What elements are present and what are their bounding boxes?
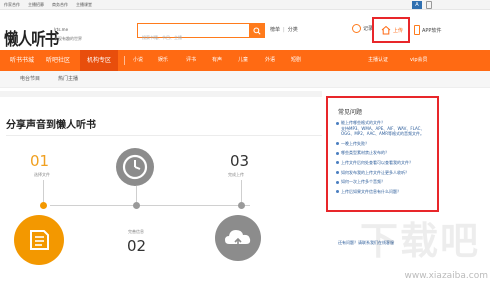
timeline-dot-3	[238, 202, 245, 209]
subnav-hot-hosts[interactable]: 热门主播	[58, 71, 78, 88]
faq-item-upload-failed[interactable]: 一晚上传失败？	[336, 141, 436, 147]
step-3-number: 03	[230, 152, 250, 170]
faq-question: 上传文件后何处查看可以查看我的文件？	[341, 159, 413, 165]
cloud-upload-step-icon	[215, 215, 261, 261]
logo-domain: lrts.me	[54, 27, 69, 32]
nav-host-cert[interactable]: 主播认证	[368, 50, 388, 71]
main-nav: 听书书城 听吧社区 机构专区 小说 娱乐 评书 有声 儿童 外语 短剧 主播认证…	[0, 50, 490, 71]
top-right-tools: A	[412, 1, 432, 9]
lock-icon[interactable]	[426, 1, 432, 9]
timeline-dot-1	[40, 202, 47, 209]
top-link-writer[interactable]: 作家合作	[4, 0, 20, 10]
nav-bookstore[interactable]: 听书书城	[10, 50, 34, 71]
clock-step-icon	[116, 148, 154, 186]
clock-icon	[352, 24, 361, 33]
history-button[interactable]: 记录	[352, 24, 373, 33]
top-utility-bar: 作家合作 主播招募 商务合作 主播课堂 A	[0, 0, 490, 10]
timeline-connector-1	[43, 180, 44, 202]
step-2-number: 02	[127, 237, 147, 255]
rank-link[interactable]: 榜单	[270, 26, 280, 33]
nav-vip[interactable]: vip会员	[410, 50, 428, 71]
timeline-connector-2	[136, 186, 137, 202]
faq-question: 一晚上传失败？	[341, 140, 369, 146]
page-title: 分享声音到懒人听书	[6, 120, 96, 131]
link-separator: |	[283, 26, 285, 33]
faq-item-view-files[interactable]: 上传文件后何处查看可以查看我的文件？	[336, 160, 436, 166]
faq-title: 常见问题	[338, 109, 363, 116]
faq-item-info-problem[interactable]: 上传后如果文件信息有什么问题？	[336, 189, 436, 195]
nav-cat-shortplay[interactable]: 短剧	[291, 50, 301, 71]
nav-cat-novel[interactable]: 小说	[133, 50, 143, 71]
timeline-line	[50, 205, 250, 206]
upload-label: 上传	[393, 27, 404, 34]
sub-nav: 电台节目 热门主播	[0, 71, 490, 88]
faq-item-multi-upload[interactable]: 如何一次上传多个音频？	[336, 179, 436, 185]
nav-institution[interactable]: 机构专区	[80, 50, 119, 71]
step-1-number: 01	[30, 152, 50, 170]
nav-divider	[124, 56, 125, 65]
site-logo[interactable]: 懒人听书 lrts.me 发现有趣的世界	[4, 25, 82, 50]
faq-question: 如何一次上传多个音频？	[341, 179, 385, 185]
step-2-caption: 完善信息	[128, 229, 144, 234]
top-link-business[interactable]: 商务合作	[52, 0, 68, 10]
step-3-caption: 完成上传	[228, 172, 244, 177]
nav-community[interactable]: 听吧社区	[46, 50, 70, 71]
app-label: APP软件	[422, 27, 442, 34]
faq-panel: 常见问题 能上传哪些格式的文件？ 支持MP3、WMA、APE、AIF、WAV、F…	[326, 96, 439, 212]
category-link[interactable]: 分类	[288, 26, 298, 33]
search-input[interactable]	[138, 31, 249, 44]
watermark-url: www.xiazaiba.com	[404, 271, 488, 281]
content-top-band	[0, 91, 322, 97]
faq-question: 如何发布我的上传文件让更多人收听？	[341, 169, 409, 175]
nav-cat-foreign[interactable]: 外语	[265, 50, 275, 71]
app-download-button[interactable]: APP软件	[414, 25, 441, 35]
logo-tagline: 发现有趣的世界	[54, 36, 82, 41]
upload-icon	[381, 25, 391, 35]
step-1-caption: 选择文件	[34, 172, 50, 177]
logo-text: 懒人听书	[4, 30, 59, 50]
header-links: 榜单 | 分类	[270, 26, 298, 34]
nav-cat-audio[interactable]: 有声	[212, 50, 222, 71]
watermark-text: 下载吧	[359, 219, 480, 263]
faq-item-formats[interactable]: 能上传哪些格式的文件？ 支持MP3、WMA、APE、AIF、WAV、FLAC、 …	[336, 120, 436, 137]
search-icon	[253, 26, 261, 35]
top-link-class[interactable]: 主播课堂	[76, 0, 92, 10]
upload-button[interactable]: 上传	[381, 25, 403, 35]
top-link-recruit[interactable]: 主播招募	[28, 0, 44, 10]
search-button[interactable]	[249, 23, 265, 38]
nav-cat-storytelling[interactable]: 评书	[186, 50, 196, 71]
search-box	[137, 23, 249, 44]
title-divider	[6, 135, 322, 136]
timeline-dot-2	[133, 202, 140, 209]
nav-cat-entertainment[interactable]: 娱乐	[158, 50, 168, 71]
faq-item-publish[interactable]: 如何发布我的上传文件让更多人收听？	[336, 170, 436, 176]
top-links: 作家合作 主播招募 商务合作 主播课堂	[4, 0, 92, 10]
phone-icon	[414, 25, 420, 35]
nav-cat-children[interactable]: 儿童	[238, 50, 248, 71]
timeline-connector-3	[241, 180, 242, 202]
subnav-radio[interactable]: 电台节目	[20, 71, 40, 88]
file-step-icon[interactable]	[14, 215, 64, 265]
faq-list: 能上传哪些格式的文件？ 支持MP3、WMA、APE、AIF、WAV、FLAC、 …	[336, 120, 436, 194]
faq-question: 上传后如果文件信息有什么问题？	[341, 188, 401, 194]
faq-item-forbidden[interactable]: 哪些类型素材禁止发布的？	[336, 150, 436, 156]
user-badge-icon[interactable]: A	[412, 1, 422, 9]
faq-question: 哪些类型素材禁止发布的？	[341, 150, 389, 156]
faq-answer-line: OGG、MP2、AAC、AMR等格式的音频文件。	[341, 131, 425, 137]
